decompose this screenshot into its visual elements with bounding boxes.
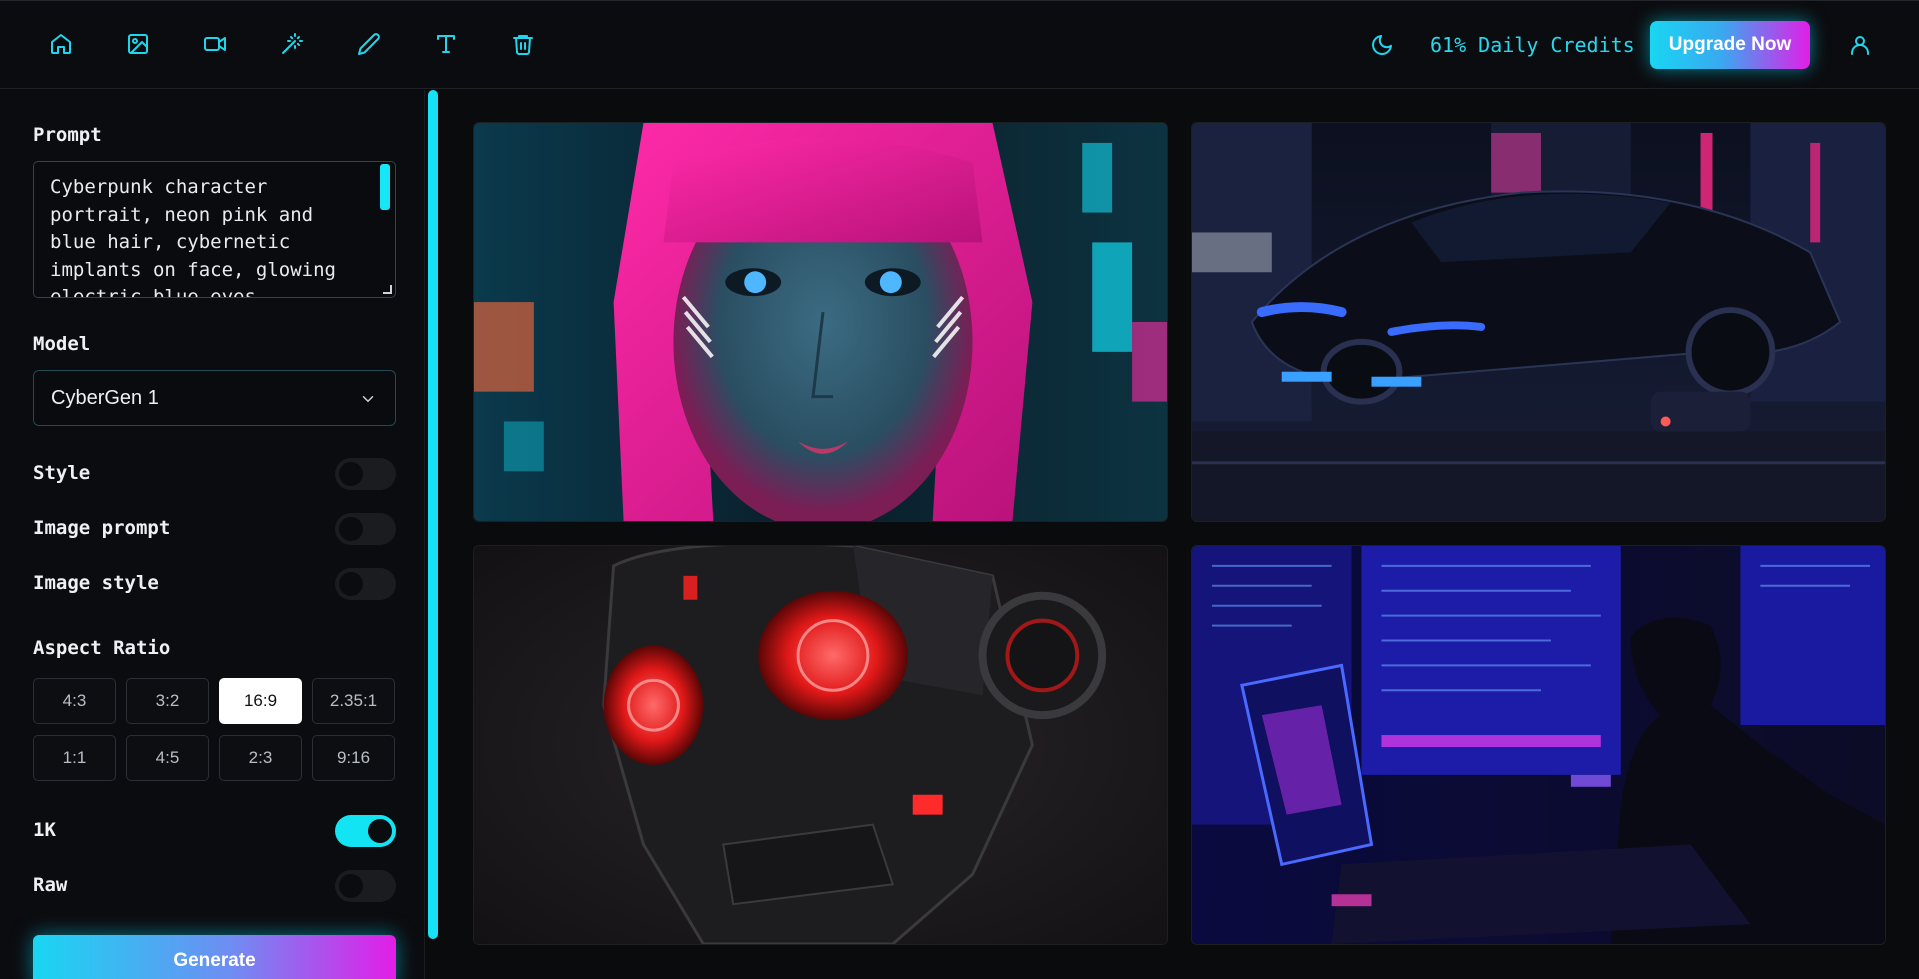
aspect-ratio-option[interactable]: 1:1 xyxy=(33,735,116,781)
top-bar: 61% Daily Credits Upgrade Now xyxy=(0,0,1919,89)
raw-toggle[interactable] xyxy=(335,870,396,902)
pencil-icon[interactable] xyxy=(356,31,382,57)
aspect-ratio-option[interactable]: 4:3 xyxy=(33,678,116,724)
image-prompt-label: Image prompt xyxy=(33,517,171,539)
raw-label: Raw xyxy=(33,874,68,896)
aspect-ratio-option[interactable]: 16:9 xyxy=(219,678,302,724)
prompt-input[interactable]: Cyberpunk character portrait, neon pink … xyxy=(33,161,396,298)
gallery-image-robot[interactable] xyxy=(473,545,1168,945)
resize-handle-icon[interactable] xyxy=(383,285,392,294)
gallery-image-hacker[interactable] xyxy=(1191,545,1886,945)
gallery-image-cyberpunk-woman[interactable] xyxy=(473,122,1168,522)
style-label: Style xyxy=(33,462,91,484)
image-style-toggle[interactable] xyxy=(335,568,396,600)
toggle-knob xyxy=(339,572,363,596)
toggle-knob xyxy=(339,462,363,486)
style-toggle[interactable] xyxy=(335,458,396,490)
daily-credits: 61% Daily Credits xyxy=(1430,33,1635,57)
toggle-knob xyxy=(339,874,363,898)
upgrade-button[interactable]: Upgrade Now xyxy=(1650,21,1810,69)
prompt-label: Prompt xyxy=(33,124,102,146)
resolution-toggle[interactable] xyxy=(335,815,396,847)
home-icon[interactable] xyxy=(48,31,74,57)
aspect-ratio-option[interactable]: 3:2 xyxy=(126,678,209,724)
sidebar-scrollbar[interactable] xyxy=(428,90,438,939)
resolution-label: 1K xyxy=(33,819,56,841)
aspect-ratio-option[interactable]: 2.35:1 xyxy=(312,678,395,724)
prompt-text[interactable]: Cyberpunk character portrait, neon pink … xyxy=(50,174,350,297)
video-icon[interactable] xyxy=(202,31,228,57)
aspect-ratio-option[interactable]: 4:5 xyxy=(126,735,209,781)
user-icon[interactable] xyxy=(1848,33,1872,57)
chevron-down-icon xyxy=(359,390,377,408)
aspect-ratio-option[interactable]: 2:3 xyxy=(219,735,302,781)
prompt-scrollbar[interactable] xyxy=(380,164,390,210)
model-select[interactable]: CyberGen 1 xyxy=(33,370,396,426)
gallery-image-neon-car[interactable] xyxy=(1191,122,1886,522)
image-icon[interactable] xyxy=(125,31,151,57)
toggle-knob xyxy=(339,517,363,541)
image-prompt-toggle[interactable] xyxy=(335,513,396,545)
aspect-ratio-label: Aspect Ratio xyxy=(33,637,171,659)
moon-icon[interactable] xyxy=(1370,33,1394,57)
magic-wand-icon[interactable] xyxy=(279,31,305,57)
model-label: Model xyxy=(33,333,91,355)
model-value: CyberGen 1 xyxy=(51,387,159,409)
aspect-ratio-option[interactable]: 9:16 xyxy=(312,735,395,781)
text-icon[interactable] xyxy=(433,31,459,57)
toggle-knob xyxy=(368,819,392,843)
image-style-label: Image style xyxy=(33,572,159,594)
generate-button[interactable]: Generate xyxy=(33,935,396,979)
settings-sidebar: Prompt Cyberpunk character portrait, neo… xyxy=(0,90,425,979)
trash-icon[interactable] xyxy=(510,31,536,57)
